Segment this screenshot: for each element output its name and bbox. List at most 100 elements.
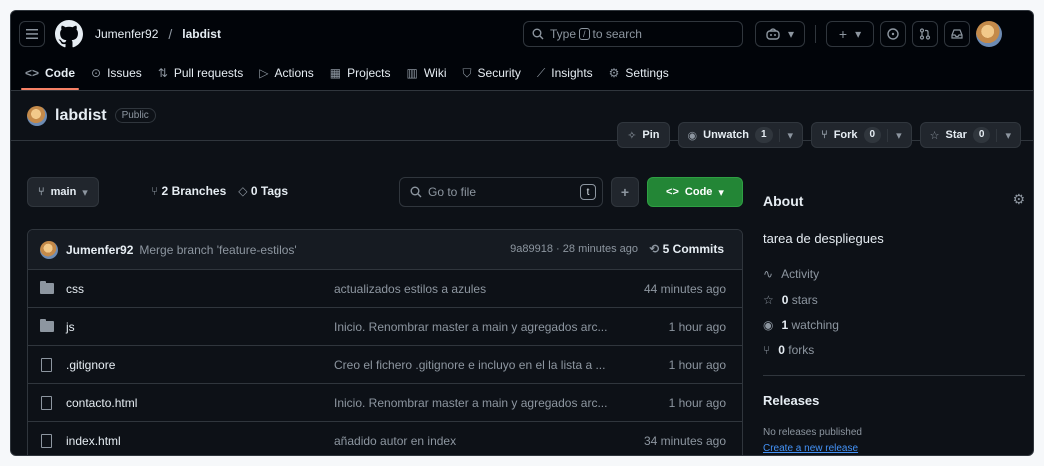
- releases-heading[interactable]: Releases: [763, 393, 819, 408]
- add-file-button[interactable]: +: [611, 177, 639, 207]
- tab-code[interactable]: <> Code: [17, 56, 83, 90]
- chevron-down-icon[interactable]: ▾: [778, 128, 793, 142]
- branches-link[interactable]: ⑂ 2 Branches: [151, 184, 226, 198]
- pin-icon: ✧: [627, 129, 637, 142]
- table-row[interactable]: .gitignore Creo el fichero .gitignore e …: [28, 346, 742, 384]
- create-release-link[interactable]: Create a new release: [763, 443, 858, 454]
- play-icon: ▷: [259, 66, 269, 80]
- file-name[interactable]: index.html: [66, 434, 121, 448]
- tags-link[interactable]: ◇ 0 Tags: [238, 184, 288, 198]
- watching-count: 1: [781, 318, 789, 332]
- tab-pull-requests[interactable]: ⇅ Pull requests: [150, 56, 251, 90]
- repo-title[interactable]: labdist: [55, 107, 107, 125]
- go-to-file-input[interactable]: Go to file t: [399, 177, 603, 207]
- branch-select-button[interactable]: ⑂ main ▾: [27, 177, 99, 207]
- commit-author[interactable]: Jumenfer92: [66, 243, 133, 257]
- issues-button[interactable]: [880, 21, 906, 47]
- file-icon: [41, 434, 52, 448]
- file-toolbar: ⑂ main ▾ ⑂ 2 Branches ◇ 0 Tags Go to fil…: [27, 177, 743, 207]
- tab-insights[interactable]: ⟋ Insights: [529, 56, 601, 90]
- unwatch-button[interactable]: ◉ Unwatch 1 ▾: [677, 122, 804, 148]
- file-icon: [41, 395, 52, 410]
- copilot-icon: [766, 28, 780, 40]
- history-icon: ⟲: [649, 242, 660, 256]
- fork-label: Fork: [833, 129, 858, 141]
- file-commit-message[interactable]: actualizados estilos a azules: [334, 282, 486, 296]
- visibility-badge: Public: [114, 108, 156, 123]
- branches-label: Branches: [171, 184, 227, 198]
- commit-meta[interactable]: 9a89918 · 28 minutes ago: [510, 243, 638, 255]
- breadcrumb-repo-link[interactable]: labdist: [182, 27, 221, 41]
- watch-counter: 1: [754, 127, 773, 143]
- file-commit-message[interactable]: añadido autor en index: [334, 434, 456, 448]
- code-icon: <>: [25, 66, 40, 80]
- table-row[interactable]: js Inicio. Renombrar master a main y agr…: [28, 308, 742, 346]
- file-name[interactable]: .gitignore: [66, 358, 115, 372]
- tab-issues[interactable]: ⊙ Issues: [83, 56, 150, 90]
- star-counter: 0: [972, 127, 991, 143]
- commit-author-avatar[interactable]: [40, 240, 58, 259]
- pull-requests-button[interactable]: [912, 21, 938, 47]
- pin-button[interactable]: ✧ Pin: [617, 122, 670, 148]
- fork-button[interactable]: ⑂ Fork 0 ▾: [811, 122, 912, 148]
- table-row[interactable]: contacto.html Inicio. Renombrar master a…: [28, 384, 742, 422]
- shield-icon: ⛉: [462, 65, 472, 80]
- tab-wiki[interactable]: ▥ Wiki: [399, 56, 455, 90]
- go-to-file-placeholder: Go to file: [428, 185, 477, 199]
- commits-link[interactable]: ⟲ 5 Commits: [649, 242, 724, 256]
- breadcrumb-owner-link[interactable]: Jumenfer92: [95, 27, 158, 41]
- code-button[interactable]: <> Code ▾: [647, 177, 743, 207]
- folder-icon: [40, 281, 54, 294]
- commits-count: 5 Commits: [662, 242, 724, 256]
- tab-label: Issues: [107, 66, 142, 80]
- chevron-down-icon[interactable]: ▾: [996, 128, 1011, 142]
- watching-link[interactable]: ◉ 1 watching: [763, 318, 839, 332]
- tab-actions[interactable]: ▷ Actions: [251, 56, 322, 90]
- branches-count: 2: [161, 184, 169, 198]
- chevron-down-icon[interactable]: ▾: [887, 128, 902, 142]
- tab-settings[interactable]: ⚙ Settings: [601, 56, 677, 90]
- activity-link[interactable]: ∿ Activity: [763, 267, 819, 281]
- branch-name: main: [50, 186, 77, 198]
- gear-icon[interactable]: ⚙: [1012, 191, 1025, 208]
- tab-label: Settings: [625, 66, 669, 80]
- file-commit-message[interactable]: Inicio. Renombrar master a main y agrega…: [334, 396, 607, 410]
- file-name[interactable]: css: [66, 282, 84, 296]
- table-row[interactable]: css actualizados estilos a azules 44 min…: [28, 270, 742, 308]
- inbox-button[interactable]: [944, 21, 970, 47]
- activity-label: Activity: [781, 267, 820, 281]
- create-new-button[interactable]: + ▾: [826, 21, 874, 47]
- folder-icon: [40, 319, 54, 332]
- commit-message[interactable]: Merge branch 'feature-estilos': [139, 243, 296, 257]
- search-input[interactable]: Type / to search: [523, 21, 743, 47]
- file-commit-message[interactable]: Creo el fichero .gitignore e incluyo en …: [334, 358, 605, 372]
- tab-security[interactable]: ⛉ Security: [455, 56, 529, 90]
- menu-button[interactable]: [19, 21, 45, 47]
- tab-label: Insights: [551, 66, 593, 80]
- file-list: Jumenfer92 Merge branch 'feature-estilos…: [27, 229, 743, 455]
- tab-projects[interactable]: ▦ Projects: [322, 56, 399, 90]
- tab-label: Actions: [274, 66, 314, 80]
- pin-label: Pin: [642, 129, 660, 141]
- file-commit-message[interactable]: Inicio. Renombrar master a main y agrega…: [334, 320, 607, 334]
- user-avatar[interactable]: [976, 21, 1002, 47]
- star-button[interactable]: ☆ Star 0 ▾: [919, 122, 1021, 148]
- file-name[interactable]: js: [66, 320, 75, 334]
- copilot-button[interactable]: ▾: [755, 21, 805, 47]
- chevron-down-icon: ▾: [787, 27, 795, 41]
- graph-icon: ⟋: [536, 65, 546, 80]
- breadcrumb: Jumenfer92 / labdist: [95, 26, 221, 42]
- stars-link[interactable]: ☆ 0 stars: [763, 293, 818, 307]
- repo-actions: ✧ Pin ◉ Unwatch 1 ▾ ⑂ Fork 0 ▾ ☆ Star 0 …: [617, 122, 1021, 148]
- chevron-down-icon: ▾: [718, 186, 724, 199]
- file-name[interactable]: contacto.html: [66, 396, 137, 410]
- search-placeholder-suffix: to search: [592, 27, 642, 41]
- go-to-file-shortcut: t: [580, 184, 596, 200]
- table-row[interactable]: index.html añadido autor en index 34 min…: [28, 422, 742, 455]
- forks-link[interactable]: ⑂ 0 forks: [763, 343, 814, 357]
- star-icon: ☆: [763, 293, 774, 307]
- tab-label: Pull requests: [173, 66, 244, 80]
- forks-count: 0: [778, 343, 785, 357]
- inbox-icon: [951, 29, 963, 39]
- github-logo-icon[interactable]: [55, 20, 83, 48]
